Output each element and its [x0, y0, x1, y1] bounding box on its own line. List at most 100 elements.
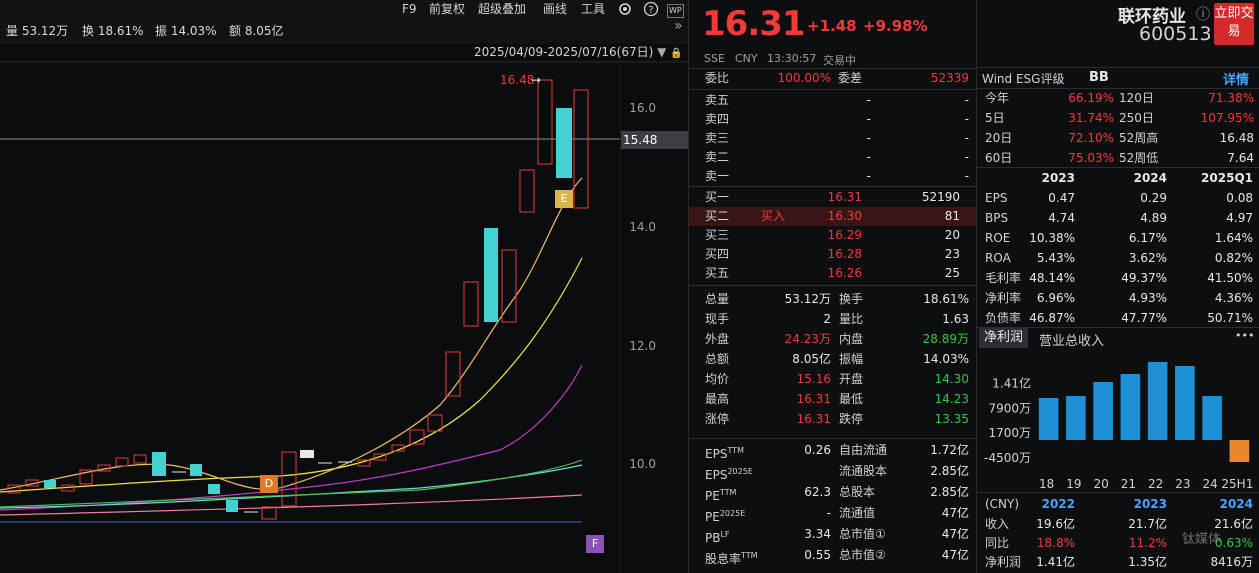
- bar-21[interactable]: [1120, 374, 1141, 440]
- bid-row[interactable]: 买五 16.26 25: [689, 264, 976, 283]
- bar-25H1[interactable]: [1229, 440, 1250, 462]
- fundamental-row: PBLF 3.34 总市值① 47亿: [705, 525, 975, 545]
- perf-value: 31.74%: [1068, 111, 1114, 125]
- esg-label: Wind ESG评级: [982, 72, 1065, 86]
- f9-button[interactable]: F9: [402, 1, 417, 18]
- expand-icon[interactable]: »: [674, 18, 683, 34]
- income-value: 21.7亿: [1128, 517, 1167, 531]
- detail-value: 14.30: [934, 372, 969, 386]
- right-info-panel: 联环药业 ⓘ 600513 立即交易 Wind ESG评级 BB 详情 今年 66…: [977, 0, 1259, 573]
- settings-icon[interactable]: [617, 1, 633, 18]
- bid-label: 买四: [705, 247, 730, 261]
- year-header: 2023: [1041, 171, 1075, 185]
- ask-row[interactable]: 卖三 - -: [705, 129, 975, 148]
- detail-label: 总量: [705, 292, 730, 306]
- perf-value: 72.10%: [1068, 131, 1114, 145]
- x-tick-label: 22: [1148, 477, 1163, 491]
- metric-value: 0.47: [1048, 191, 1075, 205]
- tab-net-profit[interactable]: 净利润: [979, 328, 1028, 348]
- detail-row: 总量 53.12万 换手 18.61%: [705, 290, 975, 309]
- detail-row: 最高 16.31 最低 14.23: [705, 390, 975, 409]
- metric-label: EPS: [985, 191, 1008, 205]
- event-marker-f[interactable]: F: [586, 535, 604, 553]
- bar-23[interactable]: [1175, 366, 1195, 440]
- esg-detail-link[interactable]: 详情: [1223, 69, 1249, 88]
- ask-volume: -: [964, 112, 969, 126]
- perf-value: 75.03%: [1068, 151, 1114, 165]
- ask-price: -: [866, 112, 871, 126]
- fundamental-row: PE2025E - 流通值 47亿: [705, 504, 975, 524]
- wp-icon[interactable]: WP: [667, 4, 684, 18]
- kline-chart[interactable]: F9 前复权 超级叠加 画线 工具 ? WP 量 53.12万 换 18.61%…: [0, 0, 690, 573]
- bar-19[interactable]: [1066, 396, 1086, 440]
- perf-label: 20日: [985, 131, 1013, 145]
- bid-tag: 买入: [761, 209, 786, 223]
- bar-24[interactable]: [1202, 396, 1222, 440]
- detail-label: 均价: [705, 372, 730, 386]
- bar-18[interactable]: [1038, 398, 1059, 440]
- perf-label: 52周高: [1119, 131, 1159, 145]
- bid-row[interactable]: 买一 16.31 52190: [689, 188, 976, 207]
- trading-status: 交易中: [823, 54, 856, 67]
- current-price-tag: 15.48: [621, 131, 690, 149]
- metric-row: ROA 5.43% 3.62% 0.82%: [985, 249, 1255, 268]
- fundamental-row: EPS2025E 流通股本 2.85亿: [705, 462, 975, 482]
- detail-row: 总额 8.05亿 振幅 14.03%: [705, 350, 975, 369]
- tab-revenue[interactable]: 营业总收入: [1039, 330, 1104, 349]
- date-range[interactable]: 2025/04/09-2025/07/16(67日) ▼ 🔒: [474, 43, 683, 60]
- income-value: 11.2%: [1128, 536, 1167, 550]
- y-tick-label: -4500万: [984, 451, 1031, 465]
- trade-now-button[interactable]: 立即交易: [1214, 3, 1254, 45]
- price-tick: 10.0: [629, 457, 656, 471]
- metric-value: 46.87%: [1029, 311, 1075, 325]
- exchange: SSE: [704, 52, 725, 65]
- metric-value: 0.82%: [1214, 251, 1253, 265]
- y-tick-label: 1.41亿: [992, 376, 1031, 391]
- watermark: 钛媒体: [1182, 532, 1222, 547]
- metric-value: 3.62%: [1128, 251, 1167, 265]
- x-tick-label: 20: [1093, 477, 1108, 491]
- bid-row[interactable]: 买四 16.28 23: [689, 245, 976, 264]
- draw-line-button[interactable]: 画线: [543, 1, 567, 18]
- detail-label: 最高: [705, 392, 730, 406]
- bid-row[interactable]: 买三 16.29 20: [689, 226, 976, 245]
- bid-row[interactable]: 买二 买入 16.30 81: [689, 207, 976, 226]
- help-icon[interactable]: ?: [643, 1, 659, 18]
- detail-value: 15.16: [796, 372, 831, 386]
- metric-value: 4.36%: [1214, 291, 1253, 305]
- detail-value: 8.05亿: [792, 352, 831, 366]
- bar-20[interactable]: [1093, 382, 1113, 440]
- detail-value: 16.31: [796, 392, 831, 406]
- price-change: +1.48: [807, 17, 857, 35]
- detail-row: 现手 2 量比 1.63: [705, 310, 975, 329]
- lock-icon: 🔒: [670, 48, 683, 59]
- bar-22[interactable]: [1147, 362, 1168, 440]
- ask-row[interactable]: 卖五 - -: [705, 91, 975, 110]
- metric-value: 1.64%: [1214, 231, 1253, 245]
- event-marker-d[interactable]: D: [260, 475, 278, 493]
- super-overlay-button[interactable]: 超级叠加: [478, 1, 526, 18]
- year-header: 2024: [1133, 171, 1167, 185]
- detail-label: 现手: [705, 312, 730, 326]
- adjust-forward-button[interactable]: 前复权: [429, 1, 465, 18]
- detail-label: 涨停: [705, 412, 730, 426]
- ask-row[interactable]: 卖二 - -: [705, 148, 975, 167]
- fundamental-label: 流通股本: [839, 464, 888, 478]
- ask-row[interactable]: 卖一 - -: [705, 167, 975, 186]
- info-icon[interactable]: ⓘ: [1196, 4, 1210, 24]
- metric-label: 净利率: [985, 291, 1022, 305]
- detail-label: 最低: [839, 392, 864, 406]
- income-label: 同比: [985, 536, 1010, 550]
- detail-label: 外盘: [705, 332, 730, 346]
- detail-label: 开盘: [839, 372, 864, 386]
- detail-value: 18.61%: [923, 292, 969, 306]
- metric-value: 10.38%: [1029, 231, 1075, 245]
- quote-time: 13:30:57: [767, 52, 817, 65]
- ask-row[interactable]: 卖四 - -: [705, 110, 975, 129]
- more-icon[interactable]: •••: [1235, 329, 1254, 342]
- currency-label: (CNY): [985, 497, 1020, 511]
- income-value: 8416万: [1210, 555, 1253, 569]
- event-marker-e[interactable]: E: [555, 190, 573, 208]
- tools-button[interactable]: 工具: [581, 1, 605, 18]
- fundamental-label: PBLF: [705, 530, 730, 545]
